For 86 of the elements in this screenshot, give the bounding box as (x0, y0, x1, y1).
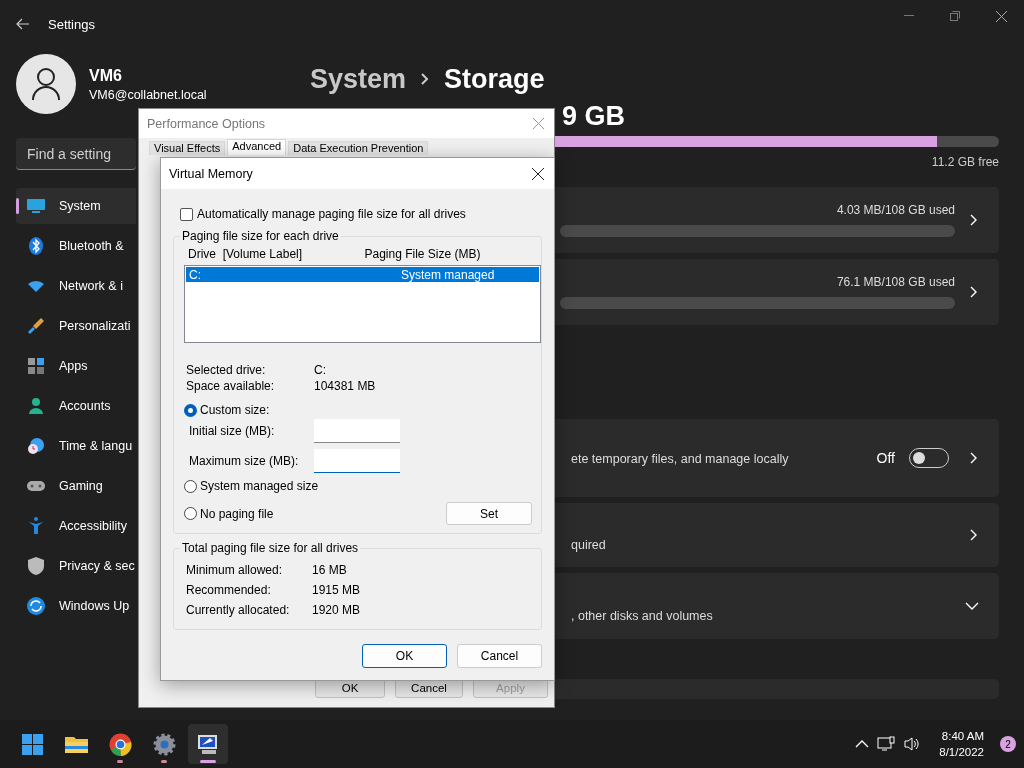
close-icon[interactable] (532, 167, 544, 180)
free-space: 11.2 GB free (931, 155, 999, 169)
chevron-right-icon (420, 71, 431, 87)
drive-row[interactable]: C: System managed (186, 267, 539, 282)
minimize-icon[interactable] (904, 15, 914, 17)
page-title: Storage (444, 63, 545, 95)
dialog-button[interactable]: OK (362, 644, 447, 668)
column-header: Drive [Volume Label] (188, 247, 304, 261)
sidebar-item[interactable]: Accessibility (16, 508, 136, 544)
input-field[interactable] (314, 419, 400, 443)
usage-reading: 76.1 MB/108 GB used (836, 275, 955, 289)
radio-button[interactable] (184, 479, 197, 493)
window-title: Settings (48, 16, 95, 32)
apps-icon (26, 356, 46, 376)
detail-value: 104381 MB (314, 379, 377, 393)
checkbox[interactable] (180, 207, 193, 221)
monitor-icon (26, 196, 46, 216)
total-value: 1915 MB (312, 583, 362, 597)
input-field[interactable] (314, 449, 400, 473)
chevron-up-icon (855, 739, 870, 749)
bluetooth-icon (26, 236, 46, 256)
maximize-icon[interactable] (950, 11, 960, 21)
clock-time[interactable]: 8:40 AM (941, 728, 984, 744)
total-value: 1920 MB (312, 603, 362, 617)
setting-description: quired (571, 538, 607, 552)
group-title: Paging file size for each drive (180, 229, 341, 243)
usage-reading: 4.03 MB/108 GB used (836, 203, 955, 217)
breadcrumb-parent[interactable]: System (310, 63, 407, 95)
avatar (16, 54, 76, 114)
clock-icon (26, 436, 46, 456)
chevron-down-icon (965, 601, 979, 611)
toggle-state: Off (876, 450, 895, 466)
sidebar-item[interactable]: Apps (16, 348, 136, 384)
total-label: Minimum allowed: (186, 563, 284, 577)
setting-description: , other disks and volumes (571, 609, 714, 623)
field-label: Maximum size (MB): (189, 454, 300, 468)
detail-value: C: (314, 363, 327, 377)
start-icon (19, 731, 45, 757)
group-title: Total paging file size for all drives (180, 541, 361, 555)
sidebar-item[interactable]: Personalizati (16, 308, 136, 344)
storage-total: 9 GB (561, 101, 627, 132)
radio-label: No paging file (200, 506, 274, 521)
speaker-icon (903, 736, 922, 752)
shield-icon (26, 556, 46, 576)
field-label: Initial size (MB): (189, 424, 276, 438)
sidebar-item[interactable]: Gaming (16, 468, 136, 504)
radio-button[interactable] (184, 403, 197, 417)
detail-label: Space available: (186, 379, 276, 393)
setting-description: ete temporary files, and manage locally (571, 452, 790, 466)
total-label: Currently allocated: (186, 603, 291, 617)
user-email: VM6@collabnet.local (89, 87, 207, 102)
chevron-right-icon (969, 213, 979, 227)
brush-icon (26, 316, 46, 336)
sidebar-item[interactable]: Privacy & sec (16, 548, 136, 584)
sidebar-item[interactable]: Accounts (16, 388, 136, 424)
tab[interactable]: Data Execution Prevention (288, 141, 429, 155)
sidebar-item[interactable]: Bluetooth & (16, 228, 136, 264)
radio-button[interactable] (184, 507, 197, 520)
chevron-right-icon (969, 528, 979, 542)
sidebar-item[interactable]: System (16, 188, 136, 224)
notification-badge[interactable]: 2 (1000, 736, 1016, 752)
dialog-title: Virtual Memory (169, 166, 253, 181)
sync-icon (26, 596, 46, 616)
sidebar-item[interactable]: Windows Up (16, 588, 136, 624)
sidebar-item[interactable]: Time & langu (16, 428, 136, 464)
dialog-button[interactable]: Cancel (457, 644, 542, 668)
gear-icon (151, 731, 177, 757)
user-name: VM6 (89, 66, 123, 85)
network-icon (877, 736, 896, 752)
browser-icon (107, 731, 133, 757)
set-button[interactable]: Set (446, 502, 532, 525)
total-label: Recommended: (186, 583, 272, 597)
sidebar-item[interactable]: Network & i (16, 268, 136, 304)
chevron-right-icon (969, 451, 979, 465)
tab[interactable]: Advanced (227, 139, 287, 155)
person-icon (26, 396, 46, 416)
tab[interactable]: Visual Effects (149, 141, 226, 155)
detail-label: Selected drive: (186, 363, 267, 377)
taskbar-app[interactable] (188, 724, 228, 764)
radio-label: Custom size: (200, 403, 270, 417)
chevron-right-icon (969, 285, 979, 299)
search-field[interactable]: Find a setting (16, 138, 136, 170)
close-icon[interactable] (995, 10, 1007, 22)
dialog-title: Performance Options (147, 116, 266, 131)
clock-date[interactable]: 8/1/2022 (939, 744, 984, 760)
back-arrow-icon (16, 18, 30, 30)
